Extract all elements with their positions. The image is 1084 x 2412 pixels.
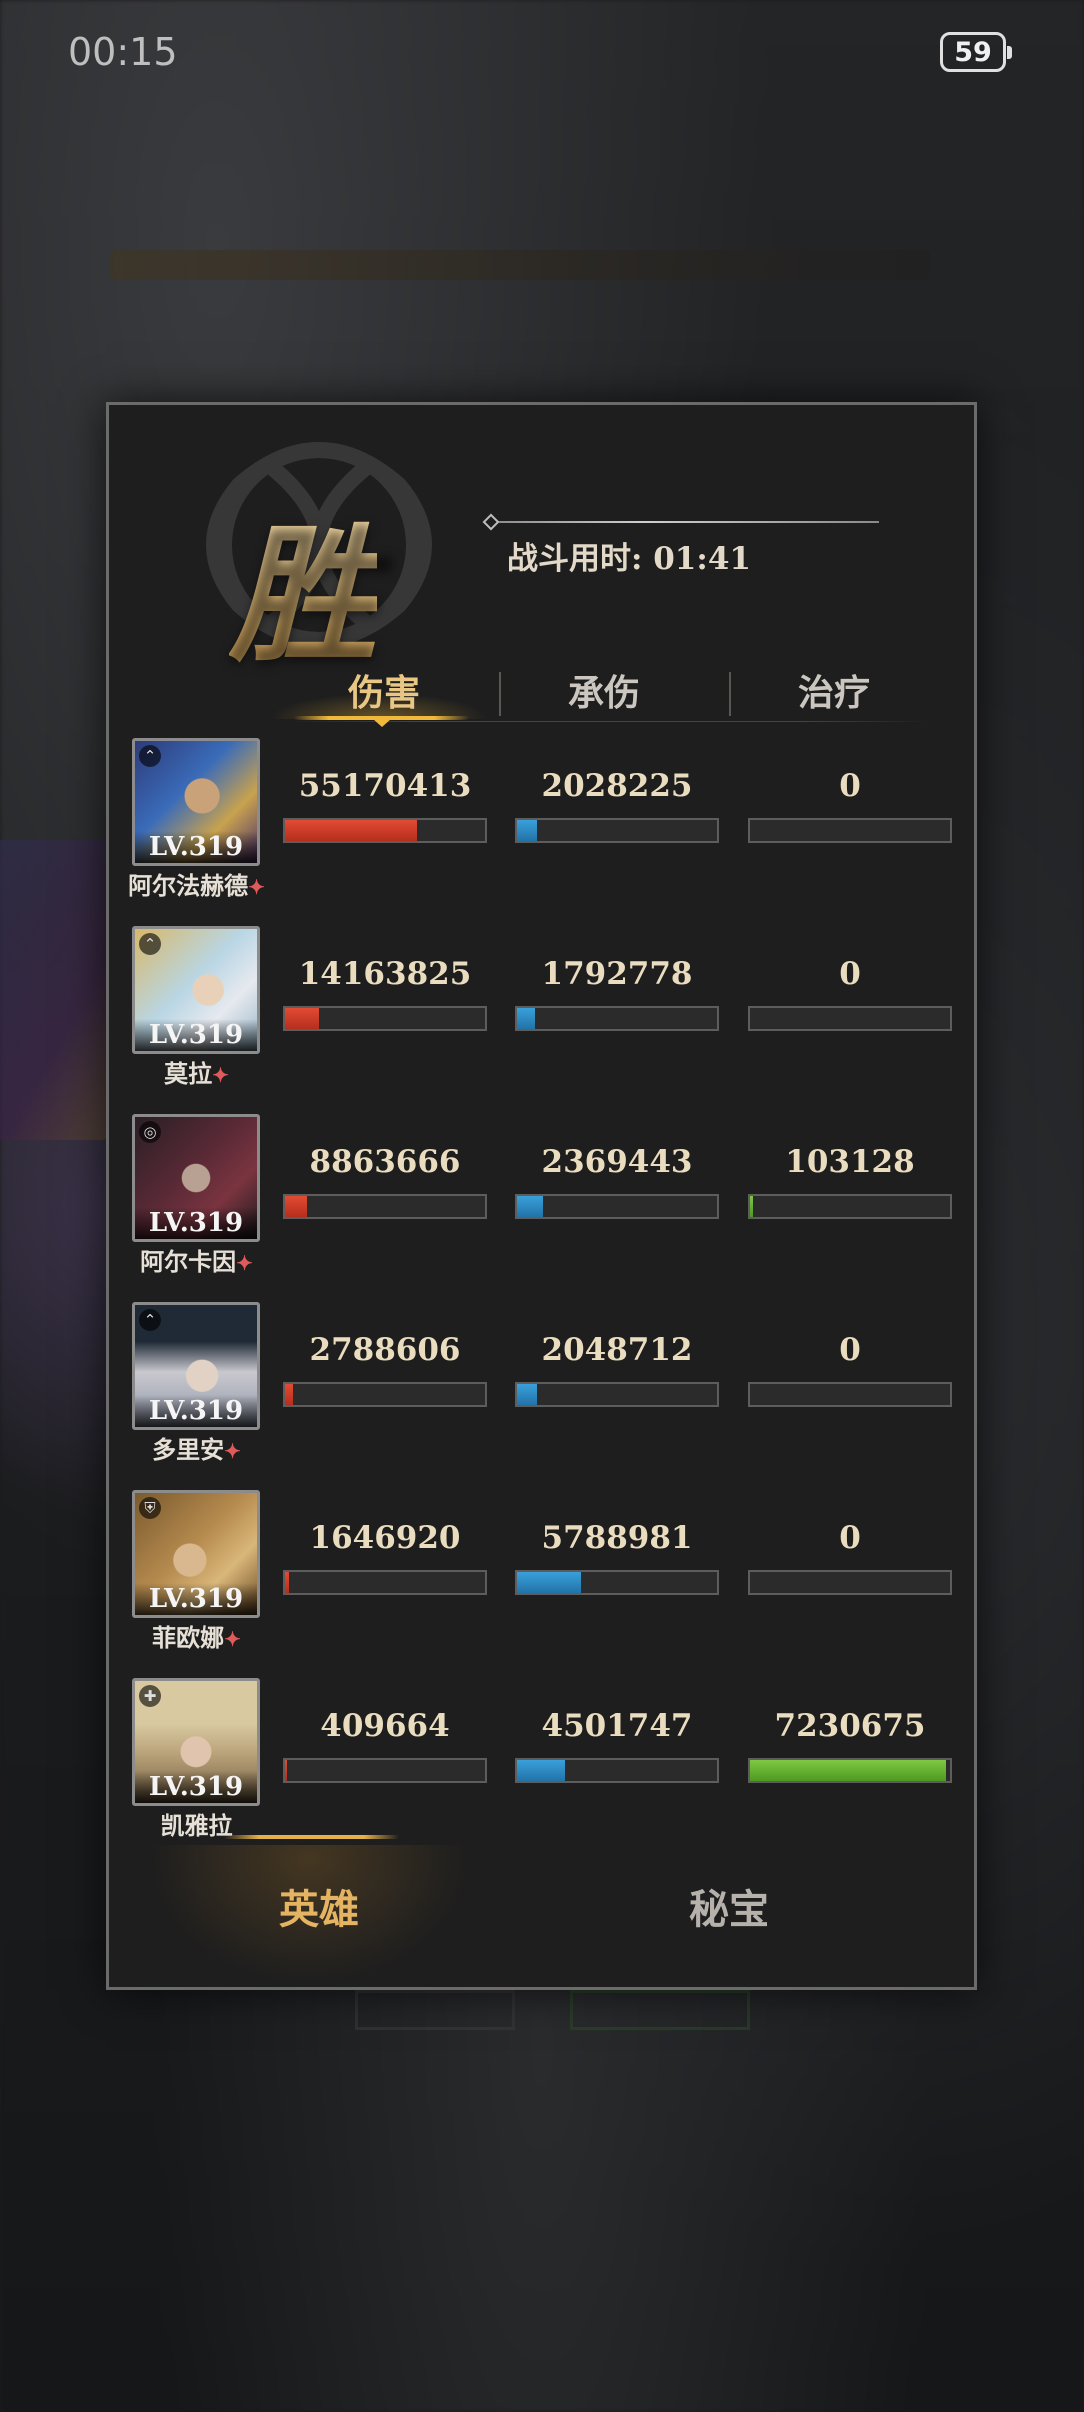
- healing-value: 103128: [785, 1144, 915, 1180]
- healing-value: 0: [839, 768, 861, 804]
- healing-bar: [748, 1382, 952, 1407]
- hero-portrait[interactable]: ⌃ LV.319: [132, 1302, 260, 1430]
- active-tab-pointer-icon: [373, 719, 391, 727]
- healing-value: 0: [839, 1520, 861, 1556]
- damage-taken-value: 5788981: [541, 1520, 693, 1556]
- healing-bar: [748, 1570, 952, 1595]
- damage-value: 1646920: [309, 1520, 461, 1556]
- damage-taken-bar: [515, 1570, 719, 1595]
- background-health-bar: [110, 250, 930, 280]
- class-icon: ◎: [139, 1121, 161, 1143]
- background-reward-box: [355, 1990, 515, 2030]
- hero-portrait[interactable]: ◎ LV.319: [132, 1114, 260, 1242]
- tab-healing[interactable]: 治疗: [719, 663, 949, 723]
- hero-portrait[interactable]: ⌃ LV.319: [132, 738, 260, 866]
- hero-portrait[interactable]: ⌃ LV.319: [132, 926, 260, 1054]
- victory-title: 胜: [229, 475, 377, 690]
- hero-name: 菲欧娜✦: [152, 1623, 241, 1652]
- shield-icon: ⛨: [139, 1497, 161, 1519]
- tab-damage[interactable]: 伤害: [269, 663, 499, 723]
- tab-heroes[interactable]: 英雄: [169, 1835, 469, 1985]
- bottom-tab-bar: 英雄 秘宝: [109, 1835, 974, 1985]
- hero-row: ⌃ LV.319 多里安✦ 2788606 2048712 0: [109, 1302, 974, 1490]
- damage-bar: [283, 1194, 487, 1219]
- hero-level: LV.319: [135, 1019, 257, 1051]
- hero-level: LV.319: [135, 1583, 257, 1615]
- hero-portrait[interactable]: ✚ LV.319: [132, 1678, 260, 1806]
- hero-name: 阿尔法赫德✦: [128, 871, 265, 900]
- class-icon: ⌃: [139, 933, 161, 955]
- healing-value: 0: [839, 956, 861, 992]
- damage-value: 8863666: [309, 1144, 461, 1180]
- hero-level: LV.319: [135, 831, 257, 863]
- damage-value: 55170413: [298, 768, 472, 804]
- tab-treasures[interactable]: 秘宝: [579, 1835, 879, 1985]
- battery-icon: 59: [940, 32, 1012, 72]
- healing-value: 0: [839, 1332, 861, 1368]
- damage-bar: [283, 818, 487, 843]
- healing-bar: [748, 818, 952, 843]
- damage-taken-bar: [515, 818, 719, 843]
- damage-taken-value: 2369443: [541, 1144, 693, 1180]
- battle-stats-panel: 胜 战斗用时: 01:41 伤害 承伤 治疗 ⌃ LV.319 阿尔法赫德✦ 5…: [106, 402, 977, 1990]
- hero-portrait[interactable]: ⛨ LV.319: [132, 1490, 260, 1618]
- damage-taken-value: 2028225: [541, 768, 693, 804]
- hero-name: 莫拉✦: [164, 1059, 229, 1088]
- hero-row: ⛨ LV.319 菲欧娜✦ 1646920 5788981 0: [109, 1490, 974, 1678]
- decorative-line: [489, 521, 879, 523]
- damage-bar: [283, 1006, 487, 1031]
- damage-taken-bar: [515, 1382, 719, 1407]
- faction-mark-icon: ✦: [224, 1627, 241, 1651]
- status-time: 00:15: [68, 30, 178, 74]
- damage-bar: [283, 1758, 487, 1783]
- damage-value: 409664: [320, 1708, 450, 1744]
- damage-taken-bar: [515, 1194, 719, 1219]
- hero-name: 阿尔卡因✦: [140, 1247, 253, 1276]
- class-icon: ⌃: [139, 745, 161, 767]
- background-reward-box: [570, 1990, 750, 2030]
- battle-duration: 战斗用时: 01:41: [507, 541, 751, 577]
- hero-level: LV.319: [135, 1207, 257, 1239]
- tab-damage-taken[interactable]: 承伤: [489, 663, 719, 723]
- damage-bar: [283, 1570, 487, 1595]
- faction-mark-icon: ✦: [212, 1063, 229, 1087]
- faction-mark-icon: ✦: [224, 1439, 241, 1463]
- class-icon: ⌃: [139, 1309, 161, 1331]
- healing-bar: [748, 1006, 952, 1031]
- healing-bar: [748, 1194, 952, 1219]
- damage-taken-value: 1792778: [541, 956, 693, 992]
- damage-taken-bar: [515, 1758, 719, 1783]
- healing-bar: [748, 1758, 952, 1783]
- faction-mark-icon: ✦: [248, 875, 265, 899]
- damage-taken-value: 2048712: [541, 1332, 693, 1368]
- healing-value: 7230675: [774, 1708, 926, 1744]
- hero-name: 多里安✦: [152, 1435, 241, 1464]
- damage-taken-bar: [515, 1006, 719, 1031]
- hero-row: ◎ LV.319 阿尔卡因✦ 8863666 2369443 103128: [109, 1114, 974, 1302]
- healer-class-icon: ✚: [139, 1685, 161, 1707]
- faction-mark-icon: ✦: [236, 1251, 253, 1275]
- hero-level: LV.319: [135, 1771, 257, 1803]
- damage-value: 14163825: [298, 956, 472, 992]
- hero-row: ⌃ LV.319 莫拉✦ 14163825 1792778 0: [109, 926, 974, 1114]
- damage-value: 2788606: [309, 1332, 461, 1368]
- hero-row: ⌃ LV.319 阿尔法赫德✦ 55170413 2028225 0: [109, 738, 974, 926]
- hero-level: LV.319: [135, 1395, 257, 1427]
- damage-bar: [283, 1382, 487, 1407]
- damage-taken-value: 4501747: [541, 1708, 693, 1744]
- background-mvp-banner: [0, 840, 120, 1140]
